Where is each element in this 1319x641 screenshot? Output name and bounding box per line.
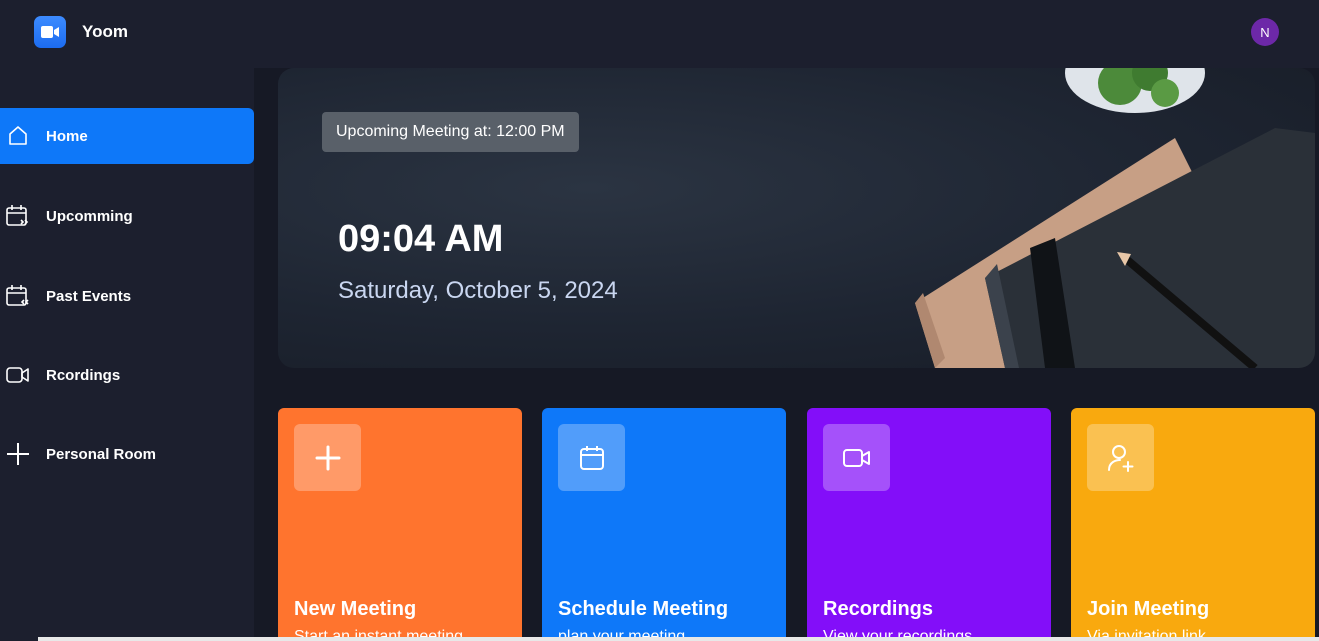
- card-title: New Meeting: [294, 598, 417, 620]
- sidebar-item-home[interactable]: Home: [0, 108, 254, 164]
- sidebar-item-upcomming[interactable]: Upcomming: [0, 188, 254, 244]
- sidebar-item-label: Personal Room: [46, 445, 157, 463]
- sidebar-item-recordings[interactable]: Rcordings: [0, 347, 254, 403]
- user-avatar[interactable]: N: [1251, 18, 1279, 46]
- plus-icon: [5, 441, 31, 467]
- sidebar: Home Upcomming Past Events Rcordings Per…: [0, 68, 254, 641]
- calendar-forward-icon: [5, 203, 31, 229]
- plus-icon: [294, 424, 361, 491]
- card-title: Join Meeting: [1087, 598, 1210, 620]
- current-time: 09:04 AM: [338, 218, 504, 260]
- home-icon: [5, 123, 31, 149]
- calendar-icon: [558, 424, 625, 491]
- sidebar-item-label: Rcordings: [46, 366, 121, 384]
- desk-decoration-image: [915, 68, 1315, 368]
- upcoming-meeting-badge: Upcoming Meeting at: 12:00 PM: [322, 112, 579, 152]
- hero-banner: Upcoming Meeting at: 12:00 PM 09:04 AM S…: [278, 68, 1315, 368]
- sidebar-item-label: Upcomming: [46, 207, 133, 225]
- sidebar-item-personal-room[interactable]: Personal Room: [0, 426, 254, 482]
- new-meeting-card[interactable]: New Meeting Start an instant meeting: [278, 408, 522, 641]
- video-icon: [823, 424, 890, 491]
- current-date: Saturday, October 5, 2024: [338, 277, 618, 304]
- brand-name[interactable]: Yoom: [82, 22, 128, 42]
- logo-icon[interactable]: [34, 16, 66, 48]
- recordings-card[interactable]: Recordings View your recordings: [807, 408, 1051, 641]
- video-icon: [5, 362, 31, 388]
- sidebar-item-past-events[interactable]: Past Events: [0, 268, 254, 324]
- add-user-icon: [1087, 424, 1154, 491]
- schedule-meeting-card[interactable]: Schedule Meeting plan your meeting: [542, 408, 786, 641]
- sidebar-item-label: Past Events: [46, 287, 132, 305]
- sidebar-item-label: Home: [46, 127, 88, 145]
- horizontal-scrollbar[interactable]: [38, 637, 1319, 641]
- card-title: Recordings: [823, 598, 934, 620]
- top-navbar: Yoom N: [0, 0, 1319, 68]
- card-title: Schedule Meeting: [558, 598, 729, 620]
- join-meeting-card[interactable]: Join Meeting Via invitation link: [1071, 408, 1315, 641]
- calendar-back-icon: [5, 283, 31, 309]
